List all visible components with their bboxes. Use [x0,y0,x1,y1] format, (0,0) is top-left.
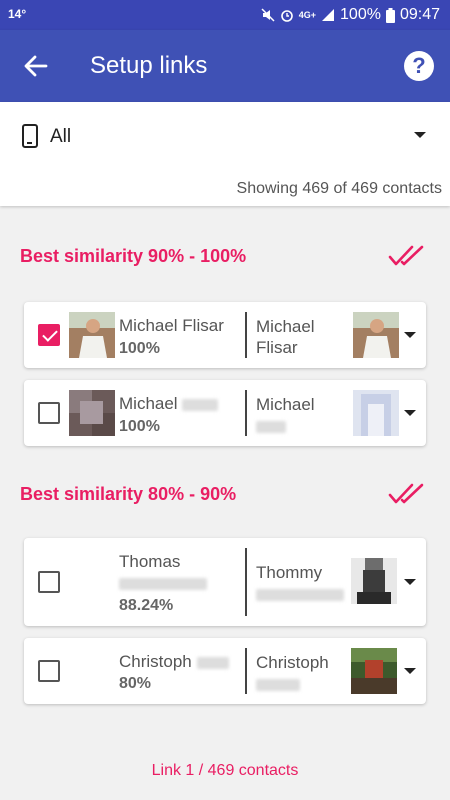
filter-selected-value: All [50,126,72,147]
page-title: Setup links [90,52,208,79]
link-status-text: Link 1 / 469 contacts [151,762,299,779]
battery-percent: 100% [340,6,381,23]
contact-select-dropdown-icon[interactable] [404,668,416,674]
help-circle-icon[interactable]: ? [404,51,434,81]
clock: 09:47 [399,6,440,23]
contact-match-card: Thomas 88.24% Thommy [24,538,426,626]
divider [245,312,247,358]
match-checkbox[interactable] [38,402,60,424]
left-contact-name: Michael [119,393,219,414]
contact-photo [351,558,397,604]
redacted-text [182,398,219,411]
contact-photo [69,390,115,436]
similarity-percent: 88.24% [119,597,174,614]
right-contact-name: Christoph [256,652,329,694]
right-contact-name: Michael [256,394,315,436]
left-contact-name: Thomas [119,551,207,593]
alarm-icon [280,10,293,22]
left-contact-name: Michael Flisar [119,316,224,335]
right-contact-name: Thommy [256,562,344,604]
select-all-double-check-icon[interactable] [388,482,428,506]
right-contact-name-line2: Flisar [256,338,298,357]
signal-icon [322,9,335,21]
contact-photo [351,648,397,694]
contact-photo [353,312,399,358]
select-all-double-check-icon[interactable] [388,244,428,268]
redacted-text [256,678,300,691]
left-contact-name: Christoph [119,651,229,672]
contact-photo [353,390,399,436]
filter-panel: All Showing 469 of 469 contacts [0,102,450,206]
divider [245,648,247,694]
contact-select-dropdown-icon[interactable] [404,579,416,585]
phone-icon [22,124,38,148]
temperature-indicator: 14° [8,7,27,21]
similarity-percent: 100% [119,418,160,435]
redacted-text [256,420,286,433]
mute-icon [261,8,275,22]
right-contact-name-line1: Michael [256,317,315,336]
account-filter-dropdown[interactable]: All [0,102,450,168]
network-type: 4G+ [298,10,317,20]
contact-photo [69,312,115,358]
right-contact-name: Michael Flisar [256,316,315,358]
battery-icon [385,7,395,23]
status-bar: 14° 4G+ 100% 09:47 [0,0,450,30]
match-checkbox[interactable] [38,660,60,682]
redacted-text [119,577,207,590]
showing-count: Showing 469 of 469 contacts [236,180,442,197]
redacted-text [196,656,229,669]
contact-match-card: Christoph 80% Christoph [24,638,426,704]
contact-select-dropdown-icon[interactable] [404,332,416,338]
section-header: Best similarity 90% - 100% [20,246,247,266]
match-checkbox[interactable] [38,324,60,346]
match-checkbox[interactable] [38,571,60,593]
divider [245,390,247,436]
similarity-percent: 100% [119,340,160,357]
arrow-back-icon[interactable] [22,52,50,80]
section-header: Best similarity 80% - 90% [20,484,237,504]
redacted-text [256,588,344,601]
contact-match-card: Michael 100% Michael [24,380,426,446]
status-icons: 4G+ 100% 09:47 [261,6,440,24]
contact-select-dropdown-icon[interactable] [404,410,416,416]
contact-match-card: Michael Flisar 100% Michael Flisar [24,302,426,368]
divider [245,548,247,616]
app-bar: Setup links ? [0,30,450,102]
similarity-percent: 80% [119,675,152,692]
dropdown-arrow-icon [414,132,426,138]
